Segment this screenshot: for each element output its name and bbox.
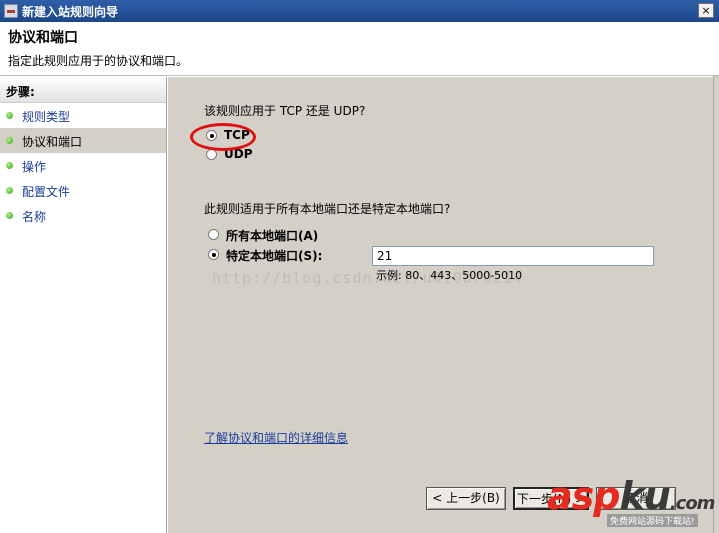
steps-sidebar: 步骤: 规则类型 协议和端口 操作 配置文件 名称 — [0, 77, 167, 533]
back-button[interactable]: < 上一步(B) — [426, 487, 506, 510]
sidebar-item-protocol-ports[interactable]: 协议和端口 — [0, 128, 166, 153]
logo-letter-s: s — [571, 474, 595, 518]
sidebar-item-label: 配置文件 — [22, 185, 71, 199]
close-button[interactable]: × — [698, 3, 714, 18]
window-title: 新建入站规则向导 — [22, 5, 119, 19]
sidebar-item-rule-type[interactable]: 规则类型 — [0, 103, 166, 128]
logo-wordmark: aspku.com — [547, 474, 716, 518]
logo-letter-a: a — [547, 474, 573, 518]
sidebar-item-label: 协议和端口 — [22, 135, 83, 149]
specific-ports-label: 特定本地端口(S): — [226, 249, 323, 263]
all-ports-radio[interactable] — [208, 229, 219, 240]
right-edge-strip — [713, 76, 719, 533]
green-dot-icon — [6, 187, 13, 194]
port-example-hint: 示例: 80、443、5000-5010 — [376, 269, 523, 282]
port-question: 此规则适用于所有本地端口还是特定本地端口? — [204, 202, 451, 216]
all-ports-label: 所有本地端口(A) — [226, 229, 319, 243]
window-title-bar: 新建入站规则向导 × — [0, 0, 719, 22]
protocol-question: 该规则应用于 TCP 还是 UDP? — [204, 104, 366, 118]
sidebar-item-label: 规则类型 — [22, 110, 71, 124]
green-dot-icon — [6, 212, 13, 219]
sidebar-item-label: 操作 — [22, 160, 47, 174]
logo-letters-ku: ku — [619, 474, 670, 518]
firewall-icon — [4, 4, 18, 18]
green-dot-icon — [6, 162, 13, 169]
green-dot-icon — [6, 137, 13, 144]
aspku-logo: aspku.com 免费网站源码下载站! — [547, 474, 717, 530]
wizard-main-panel: 该规则应用于 TCP 还是 UDP? TCP UDP 此规则适用于所有本地端口还… — [168, 77, 713, 533]
steps-header: 步骤: — [0, 77, 166, 103]
specific-ports-radio[interactable] — [208, 249, 219, 260]
logo-tagline: 免费网站源码下载站! — [607, 514, 698, 527]
red-highlight-ellipse — [190, 123, 256, 151]
sidebar-item-label: 名称 — [22, 210, 47, 224]
wizard-header: 协议和端口 指定此规则应用于的协议和端口。 — [0, 22, 719, 76]
sidebar-item-name[interactable]: 名称 — [0, 203, 166, 228]
specific-ports-input[interactable]: 21 — [372, 246, 654, 266]
sidebar-item-action[interactable]: 操作 — [0, 153, 166, 178]
learn-more-link[interactable]: 了解协议和端口的详细信息 — [204, 429, 348, 446]
logo-domain: .com — [669, 493, 716, 514]
page-title: 协议和端口 — [8, 30, 78, 46]
page-subtitle: 指定此规则应用于的协议和端口。 — [8, 54, 189, 68]
sidebar-item-profile[interactable]: 配置文件 — [0, 178, 166, 203]
logo-letter-p: p — [593, 474, 620, 518]
green-dot-icon — [6, 112, 13, 119]
